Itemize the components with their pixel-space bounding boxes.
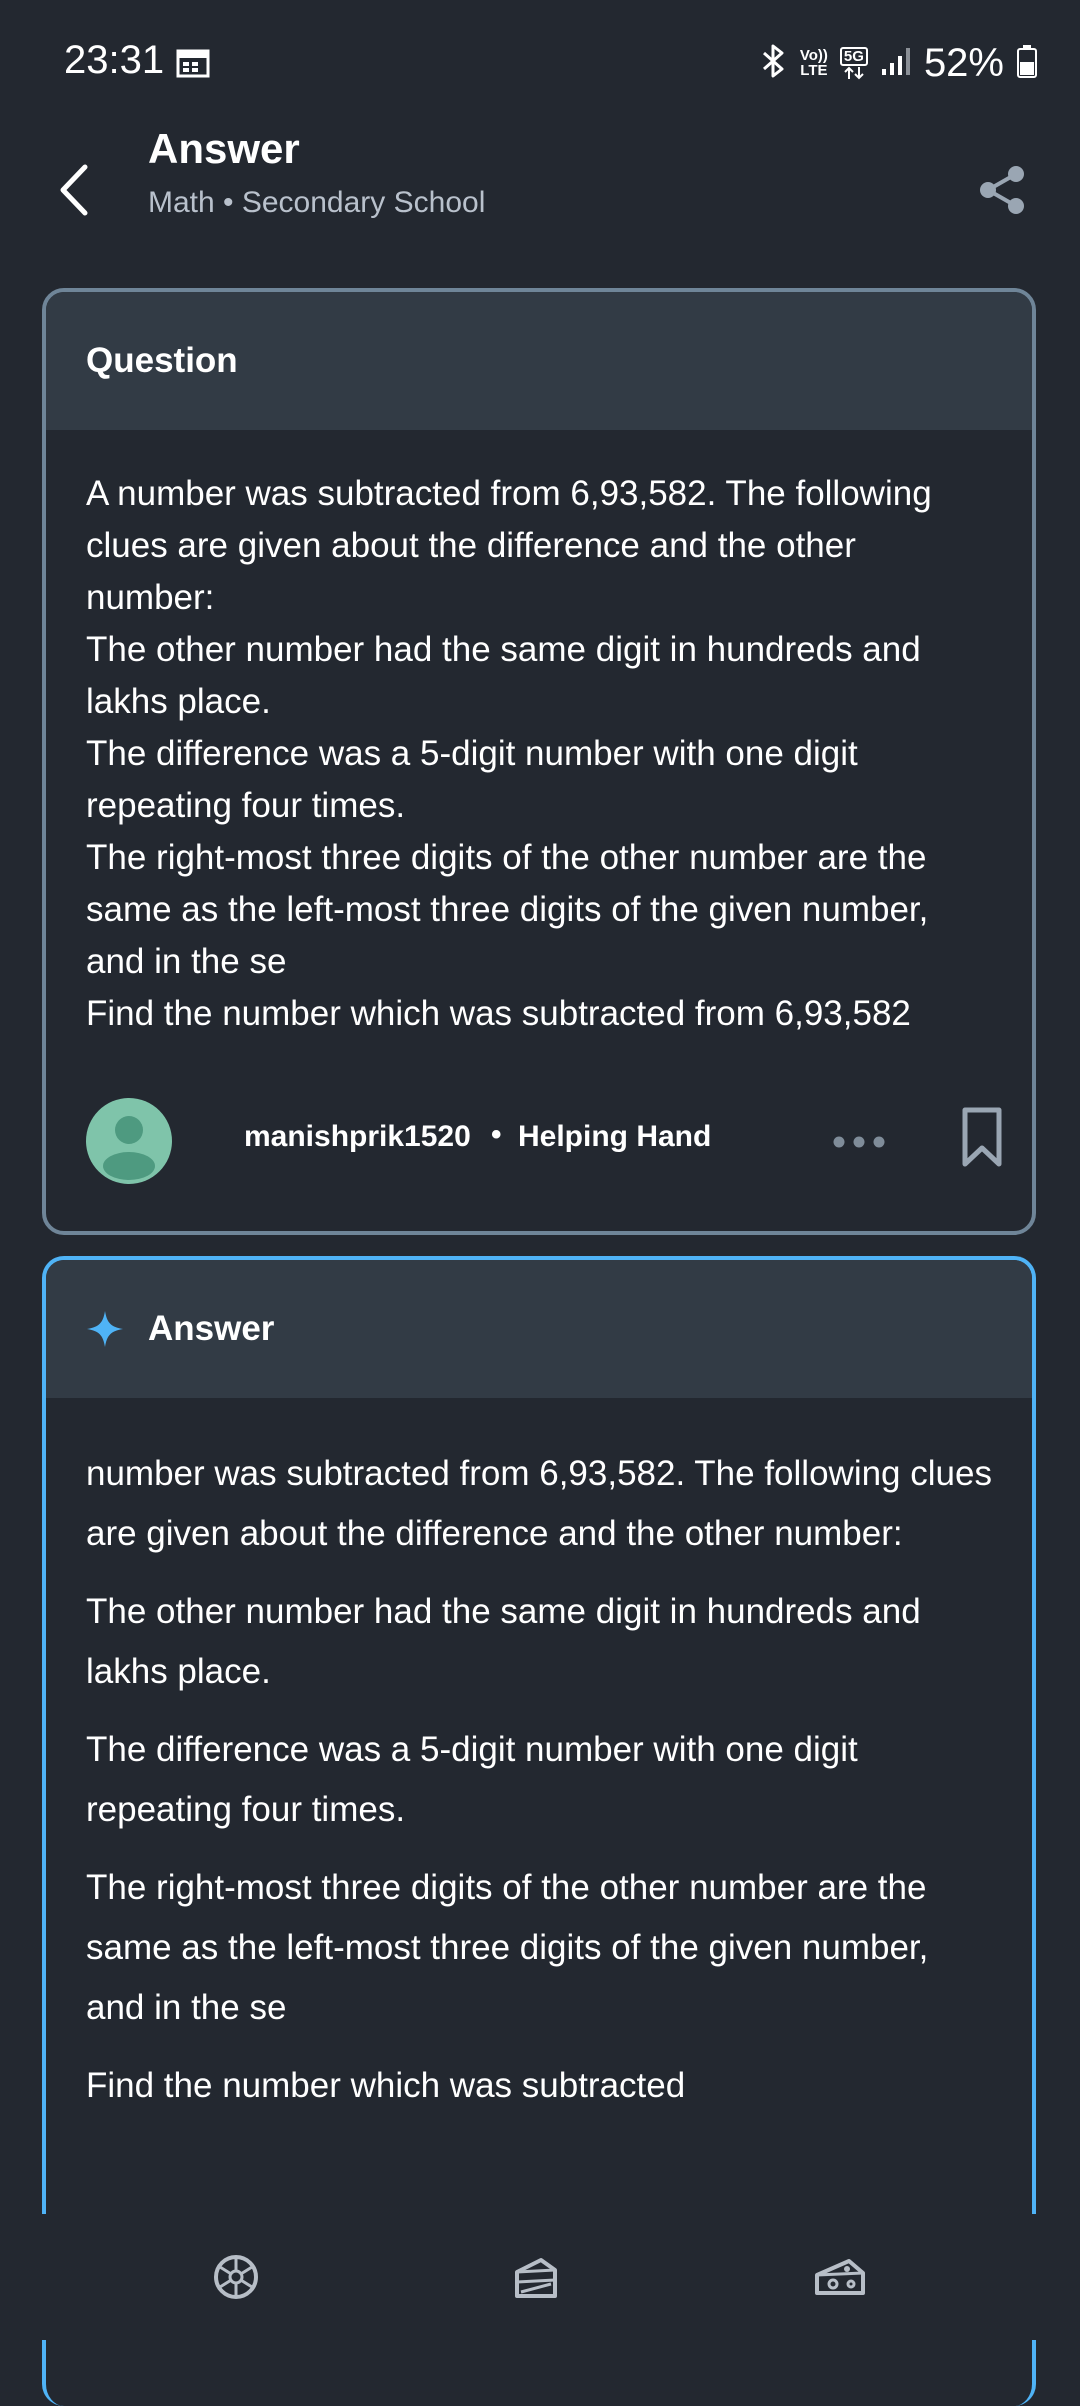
author-separator: • — [491, 1118, 502, 1151]
answer-paragraph: The right-most three digits of the other… — [86, 1868, 929, 2027]
page-subtitle: Math • Secondary School — [148, 186, 486, 219]
more-options-button[interactable] — [826, 1122, 892, 1162]
avatar-icon[interactable] — [86, 1098, 172, 1184]
bookmark-icon — [962, 1107, 1002, 1167]
calendar-icon — [176, 48, 210, 78]
question-line: The difference was a 5-digit number with… — [86, 734, 858, 825]
status-icons: Vo)) LTE 5G 52% — [758, 38, 1038, 88]
question-header-title: Question — [86, 341, 238, 380]
nav-cheese[interactable] — [780, 2214, 900, 2340]
nav-learn[interactable] — [476, 2214, 596, 2340]
question-line: The right-most three digits of the other… — [86, 838, 929, 981]
volte-top: Vo)) — [799, 47, 828, 64]
volte-icon: Vo)) LTE — [800, 48, 828, 78]
question-line: Find the number which was subtracted fro… — [86, 994, 911, 1033]
home-icon — [214, 2255, 258, 2299]
question-line: A number was subtracted from 6,93,582. T… — [86, 474, 932, 617]
volte-bottom: LTE — [800, 62, 828, 79]
author-rank: Helping Hand — [518, 1120, 712, 1153]
bookmark-button[interactable] — [960, 1106, 1004, 1176]
answer-header-title: Answer — [148, 1309, 275, 1348]
answer-header: Answer — [46, 1260, 1032, 1398]
top-app-bar: Answer Math • Secondary School — [0, 120, 1080, 270]
bluetooth-icon — [758, 43, 788, 84]
bottom-nav — [0, 2214, 1080, 2340]
answer-body: number was subtracted from 6,93,582. The… — [46, 1398, 1032, 2116]
answer-paragraph: number was subtracted from 6,93,582. The… — [86, 1454, 992, 1553]
status-time: 23:31 — [64, 38, 165, 82]
battery-icon — [1016, 44, 1038, 83]
question-header: Question — [46, 292, 1032, 430]
cheese-icon — [815, 2259, 865, 2295]
page-title: Answer — [148, 125, 300, 172]
more-icon — [833, 1136, 885, 1148]
share-icon — [980, 166, 1024, 214]
signal-icon — [880, 45, 912, 82]
book-icon — [515, 2258, 557, 2298]
author-username[interactable]: manishprik1520 — [244, 1120, 471, 1154]
answer-paragraph: Find the number which was subtracted — [86, 2066, 686, 2105]
back-arrow-icon — [60, 164, 88, 216]
question-card: Question A number was subtracted from 6,… — [42, 288, 1036, 1235]
author-row: manishprik1520 • Helping Hand — [86, 1098, 1002, 1188]
back-button[interactable] — [48, 140, 100, 240]
question-line: The other number had the same digit in h… — [86, 630, 921, 721]
question-body: A number was subtracted from 6,93,582. T… — [46, 430, 1032, 1040]
sparkle-icon — [87, 1311, 123, 1347]
battery-level: 52% — [923, 40, 1004, 85]
5g-icon: 5G — [839, 46, 868, 80]
answer-paragraph: The difference was a 5-digit number with… — [86, 1730, 858, 1829]
answer-paragraph: The other number had the same digit in h… — [86, 1592, 921, 1691]
nav-home[interactable] — [176, 2214, 296, 2340]
network-type: 5G — [839, 46, 868, 66]
share-button[interactable] — [964, 142, 1040, 238]
status-bar: 23:31 Vo)) LTE 5G 52% — [0, 0, 1080, 120]
